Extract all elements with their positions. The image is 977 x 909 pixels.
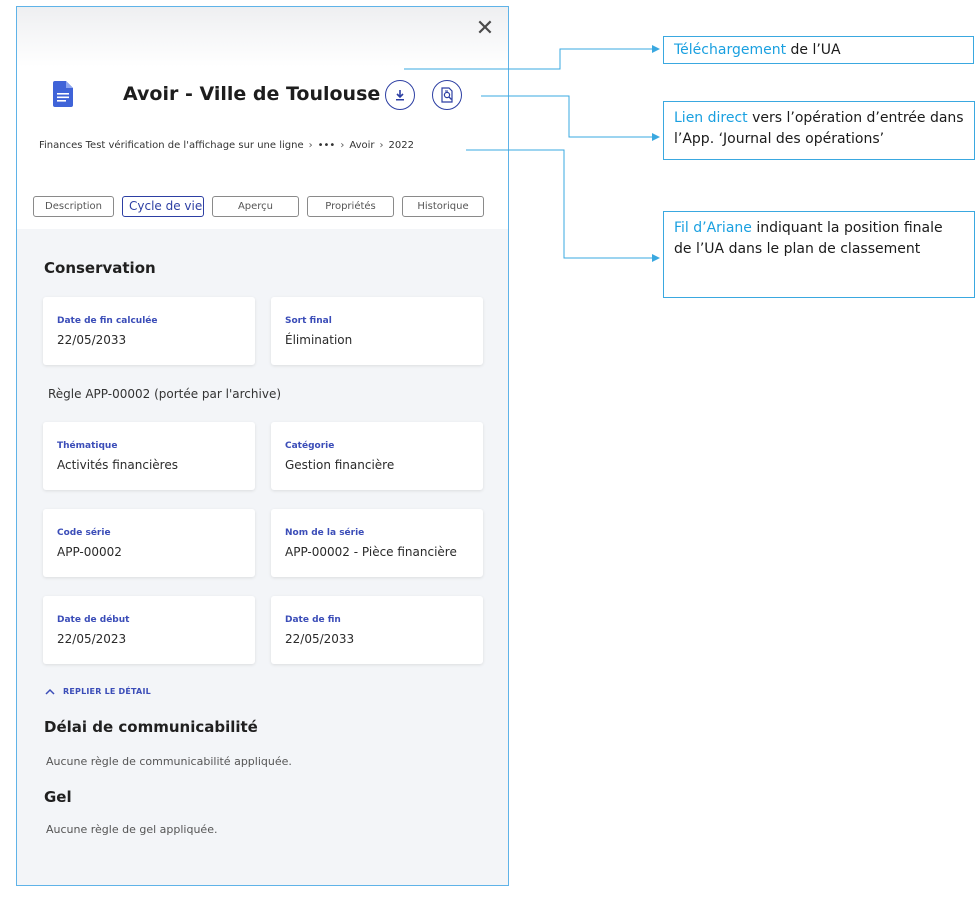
annotation-breadcrumb: Fil d’Ariane indiquant la position final… bbox=[663, 211, 975, 298]
annotation-text: de l’UA bbox=[786, 42, 841, 58]
arrow-head bbox=[652, 133, 660, 141]
connector-download bbox=[404, 48, 652, 70]
arrow-head bbox=[652, 45, 660, 53]
annotation-download: Téléchargement de l’UA bbox=[663, 36, 974, 64]
connector-breadcrumb bbox=[466, 149, 652, 259]
annotation-highlight: Téléchargement bbox=[674, 42, 787, 58]
annotation-direct-link: Lien direct vers l’opération d’entrée da… bbox=[663, 101, 975, 160]
annotation-highlight: Fil d’Ariane bbox=[674, 220, 752, 236]
connector-link bbox=[481, 95, 652, 138]
annotation-highlight: Lien direct bbox=[674, 110, 748, 126]
arrow-head bbox=[652, 254, 660, 262]
